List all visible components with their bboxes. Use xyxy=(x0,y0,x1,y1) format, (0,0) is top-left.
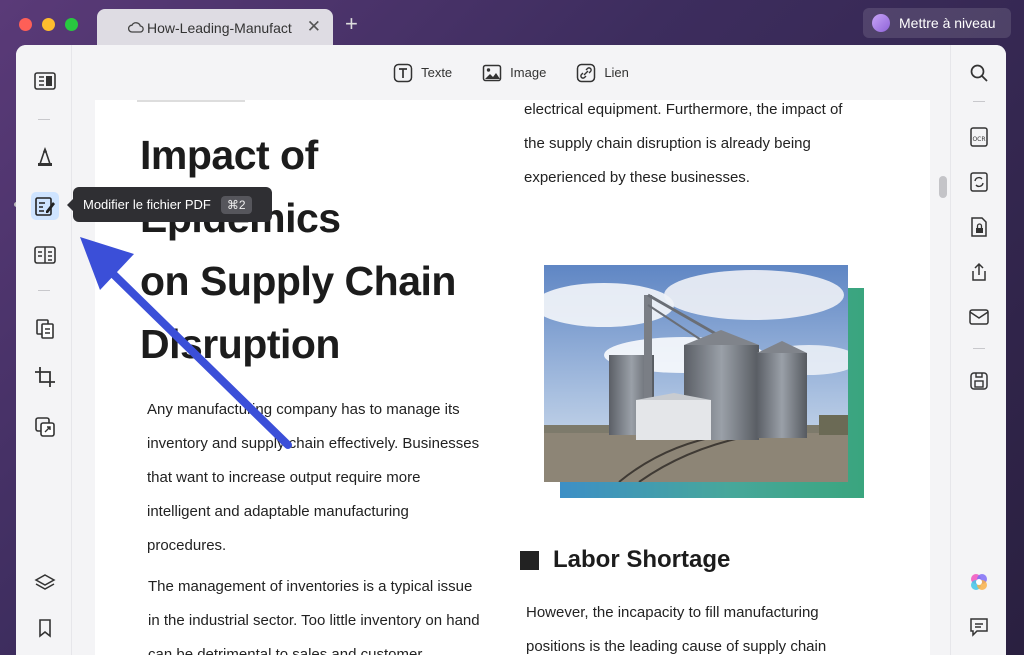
svg-text:OCR: OCR xyxy=(972,136,985,143)
text-line: that want to increase output require mor… xyxy=(147,469,421,486)
email-icon[interactable] xyxy=(965,303,993,331)
link-tool-icon xyxy=(577,63,596,82)
bookmark-icon[interactable] xyxy=(31,614,59,642)
image-tool-icon xyxy=(482,64,502,81)
title-bar: How-Leading-Manufact ✕ + Mettre à niveau xyxy=(0,0,1024,48)
document-image[interactable] xyxy=(544,265,864,500)
convert-icon[interactable] xyxy=(31,413,59,441)
grain-silo-photo xyxy=(544,265,848,482)
layers-icon[interactable] xyxy=(31,569,59,597)
comment-icon[interactable] xyxy=(31,142,59,170)
document-heading[interactable]: Impact of Epidemics on Supply Chain Disr… xyxy=(140,124,470,376)
text-line: electrical equipment. Furthermore, the i… xyxy=(524,101,843,118)
text-line: Any manufacturing company has to manage … xyxy=(147,401,460,418)
heading-line: Disruption xyxy=(140,321,340,367)
text-line: experienced by these businesses. xyxy=(524,169,750,186)
reader-icon[interactable] xyxy=(31,67,59,95)
pdf-page[interactable]: Impact of Epidemics on Supply Chain Disr… xyxy=(95,100,930,655)
right-paragraph-2[interactable]: However, the incapacity to fill manufact… xyxy=(526,596,886,655)
document-tab[interactable]: How-Leading-Manufact ✕ xyxy=(97,9,333,46)
text-tool-icon xyxy=(393,63,413,82)
edit-toolbar: Texte Image Lien xyxy=(72,45,950,100)
text-line: procedures. xyxy=(147,537,227,554)
add-link-button[interactable]: Lien xyxy=(576,63,629,83)
right-paragraph-1[interactable]: electrical equipment. Furthermore, the i… xyxy=(524,100,884,195)
vertical-scrollbar[interactable] xyxy=(939,176,947,198)
minimize-window-button[interactable] xyxy=(42,18,55,31)
heading-line: Impact of xyxy=(140,132,318,178)
maximize-window-button[interactable] xyxy=(65,18,78,31)
text-line: positions is the leading cause of supply… xyxy=(526,638,827,655)
upgrade-label: Mettre à niveau xyxy=(899,15,996,31)
tooltip-shortcut: ⌘2 xyxy=(220,195,252,214)
ai-assistant-icon[interactable] xyxy=(965,568,993,596)
text-line: in the industrial sector. Too little inv… xyxy=(148,612,480,629)
ocr-icon[interactable]: OCR xyxy=(965,123,993,151)
save-icon[interactable] xyxy=(965,367,993,395)
edit-pdf-icon[interactable] xyxy=(31,192,59,220)
text-line: inventory and supply chain effectively. … xyxy=(147,435,480,452)
crop-icon[interactable] xyxy=(31,363,59,391)
sidebar-divider xyxy=(973,348,985,349)
section-heading[interactable]: Labor Shortage xyxy=(520,546,730,574)
add-text-label: Texte xyxy=(421,65,453,80)
edit-pdf-tooltip: Modifier le fichier PDF ⌘2 xyxy=(67,187,272,222)
organize-pages-icon[interactable] xyxy=(31,315,59,343)
cloud-icon xyxy=(128,20,144,37)
left-paragraph-2[interactable]: The management of inventories is a typic… xyxy=(148,570,508,655)
add-image-button[interactable]: Image xyxy=(482,63,546,83)
add-link-label: Lien xyxy=(604,65,629,80)
heading-line: on Supply Chain xyxy=(140,258,456,304)
sidebar-divider xyxy=(973,101,985,102)
upgrade-button[interactable]: Mettre à niveau xyxy=(863,8,1011,38)
section-title-text: Labor Shortage xyxy=(553,546,731,573)
tooltip-label: Modifier le fichier PDF xyxy=(83,197,211,212)
protect-icon[interactable] xyxy=(965,213,993,241)
new-tab-button[interactable]: + xyxy=(345,13,358,35)
comment-list-icon[interactable] xyxy=(965,613,993,641)
add-text-button[interactable]: Texte xyxy=(393,63,452,83)
right-sidebar: OCR xyxy=(950,45,1006,655)
text-line: intelligent and adaptable manufacturing xyxy=(147,503,409,520)
page-top-rule xyxy=(137,100,245,102)
form-icon[interactable] xyxy=(31,241,59,269)
text-line: The management of inventories is a typic… xyxy=(148,578,473,595)
share-icon[interactable] xyxy=(965,258,993,286)
tab-title: How-Leading-Manufact xyxy=(147,19,292,36)
add-image-label: Image xyxy=(510,65,547,80)
left-paragraph-1[interactable]: Any manufacturing company has to manage … xyxy=(147,393,497,563)
bullet-square-icon xyxy=(520,550,539,570)
search-icon[interactable] xyxy=(965,59,993,87)
text-line: can be detrimental to sales and customer xyxy=(148,646,423,655)
left-sidebar xyxy=(16,45,72,655)
sidebar-divider xyxy=(38,119,50,120)
text-line: However, the incapacity to fill manufact… xyxy=(526,604,819,621)
text-line: the supply chain disruption is already b… xyxy=(524,135,811,152)
close-window-button[interactable] xyxy=(19,18,32,31)
convert-icon[interactable] xyxy=(965,168,993,196)
sidebar-divider xyxy=(38,290,50,291)
close-tab-icon[interactable]: ✕ xyxy=(307,17,321,37)
upgrade-avatar-icon xyxy=(872,14,890,32)
app-window: Texte Image Lien Impact of Epidemics on … xyxy=(16,45,1006,655)
